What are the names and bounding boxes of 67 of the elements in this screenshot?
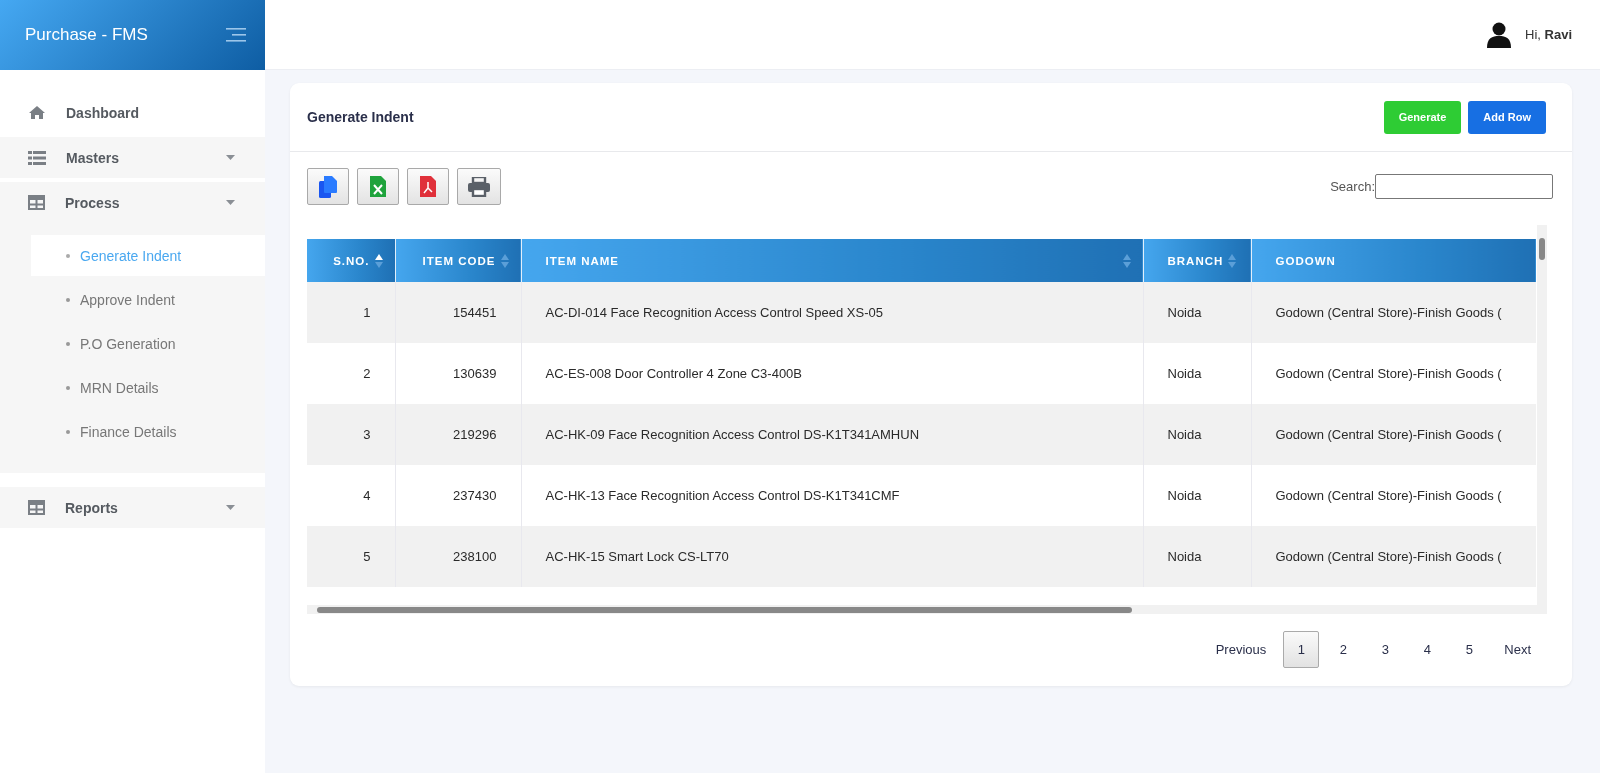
table-cell: 5 <box>307 526 395 587</box>
card-title: Generate Indent <box>307 109 414 125</box>
vertical-scrollbar[interactable] <box>1537 225 1547 614</box>
table-cell: Godown (Central Store)-Finish Goods ( <box>1251 526 1536 587</box>
submenu-item[interactable]: P.O Generation <box>31 323 265 364</box>
column-header[interactable]: S.NO. <box>307 239 395 282</box>
menu-icon[interactable] <box>226 28 246 42</box>
copy-icon <box>319 175 337 198</box>
table-cell: 154451 <box>395 282 521 343</box>
column-header[interactable]: BRANCH <box>1143 239 1251 282</box>
page-link[interactable]: 1 <box>1283 631 1320 668</box>
user-avatar-icon[interactable] <box>1487 21 1512 48</box>
caret-icon <box>226 200 235 205</box>
caret-icon <box>226 155 235 160</box>
table-cell: Godown (Central Store)-Finish Goods ( <box>1251 465 1536 526</box>
table-cell: Noida <box>1143 526 1251 587</box>
spreadsheet-file-icon <box>370 176 386 197</box>
print-button[interactable] <box>457 168 501 205</box>
table-cell: 3 <box>307 404 395 465</box>
column-header[interactable]: GODOWN <box>1251 239 1536 282</box>
table-cell: Godown (Central Store)-Finish Goods ( <box>1251 343 1536 404</box>
user-greeting: Hi, Ravi <box>1525 27 1572 42</box>
nav-item[interactable]: Process <box>0 182 265 223</box>
sort-icon <box>374 253 383 268</box>
page-link[interactable]: 5 <box>1451 631 1488 668</box>
submenu-item[interactable]: Approve Indent <box>31 279 265 320</box>
table-icon <box>28 195 45 210</box>
page-link[interactable]: 4 <box>1409 631 1446 668</box>
next-page-link[interactable]: Next <box>1493 631 1542 668</box>
table-cell: AC-HK-15 Smart Lock CS-LT70 <box>521 526 1143 587</box>
pdf-button[interactable] <box>407 168 449 205</box>
submenu-item[interactable]: Finance Details <box>31 411 265 452</box>
table-cell: Noida <box>1143 282 1251 343</box>
table-cell: 1 <box>307 282 395 343</box>
column-header[interactable]: ITEM CODE <box>395 239 521 282</box>
table-cell: AC-DI-014 Face Recognition Access Control Speed XS-05 <box>521 282 1143 343</box>
copy-button[interactable] <box>307 168 349 205</box>
horizontal-scrollbar[interactable] <box>307 605 1537 614</box>
page-link[interactable]: 2 <box>1325 631 1362 668</box>
pdf-file-icon <box>420 176 436 197</box>
previous-page-link[interactable]: Previous <box>1204 631 1278 668</box>
nav-item[interactable]: Reports <box>0 487 265 528</box>
sort-icon <box>1122 253 1131 268</box>
sort-icon <box>1228 253 1237 268</box>
app-title: Purchase - FMS <box>25 25 148 45</box>
home-icon <box>28 105 46 120</box>
table-cell: Noida <box>1143 404 1251 465</box>
table-cell: AC-HK-09 Face Recognition Access Control DS-K1T341AMHUN <box>521 404 1143 465</box>
print-icon <box>468 176 490 197</box>
submenu-item[interactable]: Generate Indent <box>31 235 265 276</box>
sort-icon <box>500 253 509 268</box>
table-cell: 238100 <box>395 526 521 587</box>
caret-icon <box>226 505 235 510</box>
nav-item[interactable]: Masters <box>0 137 265 178</box>
table-icon <box>28 500 45 515</box>
table-cell: Godown (Central Store)-Finish Goods ( <box>1251 404 1536 465</box>
list-icon <box>28 150 46 165</box>
nav-item[interactable]: Dashboard <box>0 92 265 133</box>
page-link[interactable]: 3 <box>1367 631 1404 668</box>
column-header[interactable]: ITEM NAME <box>521 239 1143 282</box>
search-label: Search: <box>1330 179 1375 194</box>
table-cell: 219296 <box>395 404 521 465</box>
table-cell: Godown (Central Store)-Finish Goods ( <box>1251 282 1536 343</box>
add-row-button[interactable]: Add Row <box>1468 100 1546 134</box>
excel-button[interactable] <box>357 168 399 205</box>
submenu-item[interactable]: MRN Details <box>31 367 265 408</box>
search-field[interactable] <box>1375 174 1553 199</box>
